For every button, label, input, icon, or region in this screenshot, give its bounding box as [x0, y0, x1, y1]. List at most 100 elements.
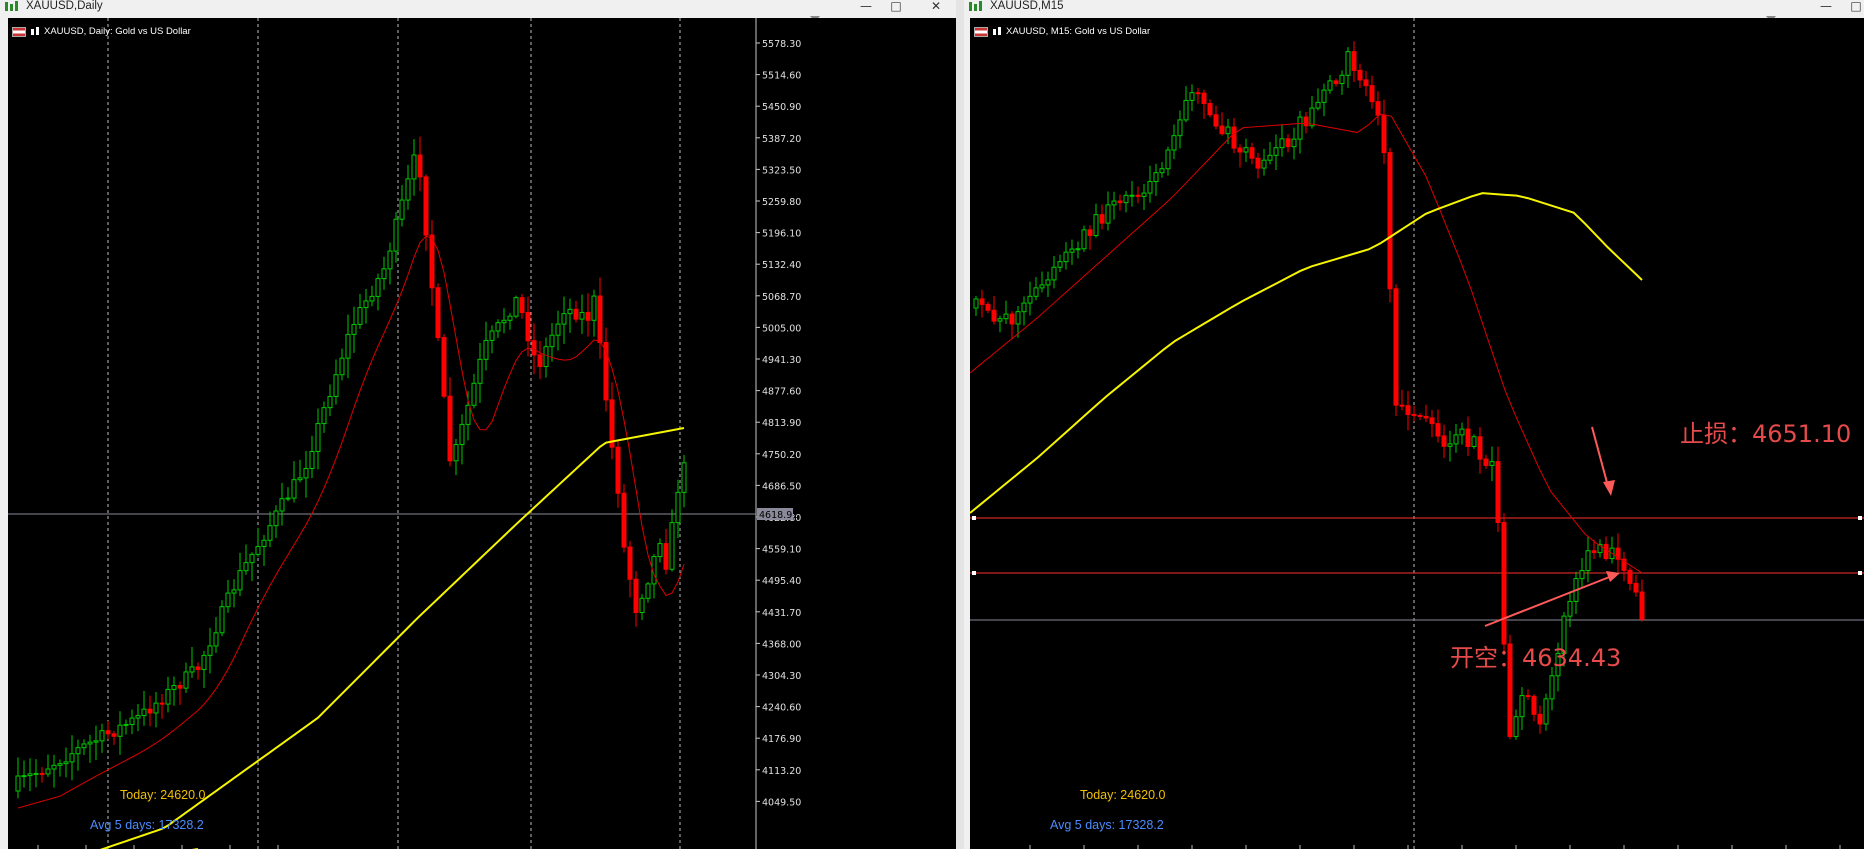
- chart-area[interactable]: XAUUSD, M15: Gold vs US Dollar Today: 24…: [970, 18, 1864, 849]
- bear-candle: [1387, 152, 1393, 290]
- bull-candle: [561, 313, 567, 325]
- today-volume: Today: 24620.0: [1080, 788, 1166, 802]
- bear-candle: [519, 297, 525, 314]
- bull-candle: [1321, 89, 1327, 103]
- bull-candle: [477, 358, 483, 384]
- bull-candle: [1033, 287, 1039, 297]
- bear-candle: [633, 578, 639, 614]
- bull-candle: [1567, 600, 1573, 617]
- bear-candle: [627, 546, 633, 580]
- symbol-label: XAUUSD, M15: Gold vs US Dollar: [974, 26, 1150, 37]
- bull-candle: [507, 315, 513, 321]
- candle-icon: [993, 27, 1001, 35]
- bull-candle: [1015, 311, 1021, 325]
- bull-candle: [1309, 107, 1315, 127]
- bull-candle: [21, 775, 27, 778]
- bull-candle: [27, 773, 33, 777]
- title-bar[interactable]: XAUUSD,M15 — □: [964, 0, 1864, 14]
- bear-candle: [1357, 69, 1363, 81]
- bull-candle: [51, 764, 57, 770]
- bull-candle: [237, 570, 243, 591]
- bull-candle: [267, 525, 273, 541]
- bear-candle: [1441, 435, 1447, 447]
- bull-candle: [675, 491, 681, 524]
- bull-candle: [1273, 147, 1279, 156]
- bull-candle: [135, 715, 141, 719]
- bear-candle: [1525, 695, 1531, 698]
- bull-candle: [1579, 570, 1585, 580]
- bull-candle: [189, 666, 195, 673]
- bear-candle: [1333, 80, 1339, 84]
- bull-candle: [141, 708, 147, 717]
- bull-candle: [171, 684, 177, 690]
- close-button[interactable]: ✕: [926, 0, 946, 14]
- bear-candle: [177, 684, 183, 689]
- flag-icon: [974, 26, 988, 37]
- price-tick-label: 5514.60: [762, 71, 801, 82]
- price-tick-label: 5259.80: [762, 197, 801, 208]
- maximize-button[interactable]: □: [886, 0, 906, 14]
- daily-chart-window[interactable]: XAUUSD,Daily — □ ✕ 5578.30 5514.60 5450.90…: [0, 0, 956, 849]
- bull-candle: [1153, 172, 1159, 183]
- avg-volume: Avg 5 days: 17328.2: [1050, 818, 1164, 832]
- bull-candle: [33, 772, 39, 775]
- bear-candle: [621, 492, 627, 548]
- bear-candle: [609, 399, 615, 448]
- line-handle: [972, 571, 976, 575]
- bull-candle: [351, 323, 357, 335]
- stop-loss-annotation: 止损：4651.10: [1680, 420, 1852, 448]
- title-bar[interactable]: XAUUSD,Daily — □ ✕: [0, 0, 956, 14]
- bull-candle: [303, 467, 309, 479]
- bull-candle: [201, 654, 207, 670]
- bull-candle: [1027, 295, 1033, 304]
- bull-candle: [645, 583, 651, 599]
- bull-candle: [453, 443, 459, 462]
- slow-moving-average: [970, 192, 1643, 514]
- stop-loss-arrowhead: [1603, 480, 1615, 496]
- bear-candle: [417, 154, 423, 178]
- bull-candle: [153, 702, 159, 714]
- bull-candle: [495, 322, 501, 332]
- bull-candle: [483, 339, 489, 360]
- bear-candle: [1195, 92, 1201, 95]
- bull-candle: [1039, 284, 1045, 289]
- bull-candle: [375, 278, 381, 297]
- maximize-button[interactable]: □: [1846, 0, 1864, 14]
- bull-candle: [1111, 200, 1117, 206]
- bull-candle: [1543, 698, 1549, 725]
- m15-chart-window[interactable]: XAUUSD,M15 — □ XAUUSD, M15: Gold vs US D…: [964, 0, 1864, 849]
- bull-candle: [261, 539, 267, 548]
- bear-candle: [1477, 436, 1483, 460]
- price-tick-label: 4877.60: [762, 387, 801, 398]
- bull-candle: [681, 462, 687, 493]
- bull-candle: [255, 546, 261, 555]
- bull-candle: [1585, 550, 1591, 572]
- bull-candle: [1129, 194, 1135, 197]
- bull-candle: [405, 178, 411, 201]
- bull-candle: [471, 382, 477, 406]
- bull-candle: [315, 423, 321, 452]
- bear-candle: [1285, 138, 1291, 148]
- bull-candle: [1489, 461, 1495, 466]
- minimize-button[interactable]: —: [1816, 0, 1836, 14]
- bull-candle: [1045, 279, 1051, 286]
- line-handle: [1858, 516, 1862, 520]
- price-tick-label: 4304.30: [762, 671, 801, 682]
- minimize-button[interactable]: —: [856, 0, 876, 14]
- bear-candle: [111, 733, 117, 737]
- flag-icon: [12, 26, 26, 37]
- bull-candle: [513, 297, 519, 317]
- daily-chart-canvas[interactable]: 5578.30 5514.60 5450.90 5387.20 5323.50 5259.…: [8, 18, 956, 849]
- chart-area[interactable]: 5578.30 5514.60 5450.90 5387.20 5323.50 5259.…: [8, 18, 956, 849]
- bull-candle: [129, 717, 135, 725]
- price-tick-label: 5196.10: [762, 229, 801, 240]
- bull-candle: [57, 763, 63, 766]
- bull-candle: [1183, 99, 1189, 121]
- bull-candle: [345, 333, 351, 359]
- bull-candle: [1345, 51, 1351, 76]
- price-tick-label: 5578.30: [762, 39, 801, 50]
- bull-candle: [579, 312, 585, 320]
- bull-candle: [669, 522, 675, 570]
- window-divider[interactable]: [956, 0, 964, 849]
- bear-candle: [1303, 116, 1309, 127]
